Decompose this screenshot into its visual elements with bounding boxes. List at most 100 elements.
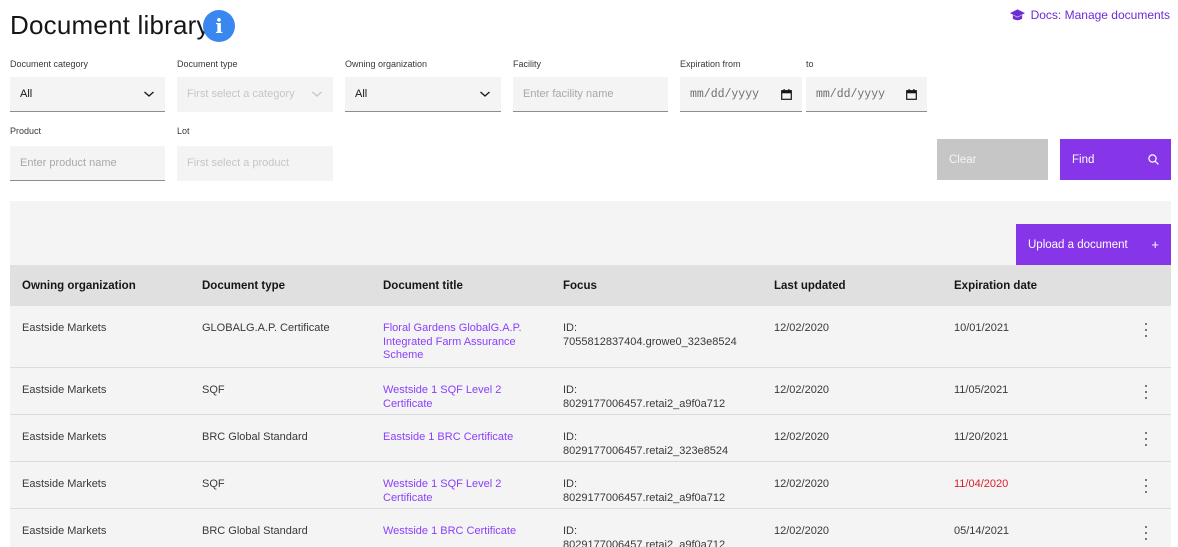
page-title: Document library — [10, 10, 210, 40]
clear-button-label: Clear — [949, 153, 977, 166]
document-title-link[interactable]: Floral Gardens GlobalG.A.P. Integrated F… — [383, 322, 522, 363]
expiration-to-placeholder: mm/dd/yyyy — [816, 87, 886, 101]
type-label: Document type — [177, 59, 238, 69]
document-table: Upload a document + Owning organization … — [10, 201, 1171, 547]
cell-last-updated: 12/02/2020 — [774, 384, 830, 396]
cell-document-type: SQF — [202, 384, 225, 396]
docs-manage-documents-link[interactable]: Docs: Manage documents — [1009, 8, 1170, 22]
cell-expiration-date-expired: 11/04/2020 — [954, 478, 1009, 490]
cell-focus: ID: 7055812837404.growe0_323e8524 — [563, 322, 737, 349]
table-row[interactable]: Eastside Markets BRC Global Standard Eas… — [10, 415, 1171, 462]
chevron-down-icon — [312, 91, 322, 97]
cell-owning-organization: Eastside Markets — [22, 525, 107, 537]
graduation-cap-icon — [1009, 8, 1025, 20]
cell-last-updated: 12/02/2020 — [774, 525, 830, 537]
cell-document-type: GLOBALG.A.P. Certificate — [202, 322, 330, 334]
facility-placeholder: Enter facility name — [523, 88, 614, 100]
table-row[interactable]: Eastside Markets SQF Westside 1 SQF Leve… — [10, 462, 1171, 509]
find-button-label: Find — [1072, 153, 1095, 166]
title-line: Westside 1 SQF Level 2 — [383, 478, 502, 490]
title-line: Westside 1 SQF Level 2 — [383, 384, 502, 396]
chevron-down-icon — [480, 91, 490, 97]
column-header-document-title[interactable]: Document title — [383, 265, 463, 306]
expiration-from-input[interactable]: mm/dd/yyyy — [680, 77, 802, 112]
document-title-link[interactable]: Westside 1 SQF Level 2 Certificate — [383, 478, 501, 505]
title-line: Certificate — [383, 491, 433, 504]
expiration-to-input[interactable]: mm/dd/yyyy — [806, 77, 927, 112]
cell-expiration-date: 11/05/2021 — [954, 384, 1009, 396]
find-button[interactable]: Find — [1060, 139, 1171, 180]
cell-last-updated: 12/02/2020 — [774, 478, 830, 490]
document-title-link[interactable]: Westside 1 SQF Level 2 Certificate — [383, 384, 501, 411]
plus-icon: + — [1151, 237, 1159, 252]
info-icon-glyph: i — [215, 14, 223, 38]
document-title-link[interactable]: Westside 1 BRC Certificate — [383, 525, 516, 539]
calendar-icon[interactable] — [906, 88, 917, 100]
lot-placeholder: First select a product — [187, 157, 290, 169]
lot-input: First select a product — [177, 146, 333, 181]
owning-org-select[interactable]: All — [345, 77, 501, 112]
cell-owning-organization: Eastside Markets — [22, 384, 107, 396]
column-header-owning-organization[interactable]: Owning organization — [22, 265, 136, 306]
overflow-menu-icon[interactable] — [1144, 385, 1148, 399]
title-line: Floral Gardens GlobalG.A.P. — [383, 322, 522, 334]
cell-document-type: SQF — [202, 478, 225, 490]
title-line: Eastside 1 BRC Certificate — [383, 431, 514, 443]
table-header: Owning organization Document type Docume… — [10, 265, 1171, 306]
column-header-document-type[interactable]: Document type — [202, 265, 285, 306]
category-label: Document category — [10, 59, 89, 69]
clear-button[interactable]: Clear — [937, 139, 1048, 180]
table-row[interactable]: Eastside Markets SQF Westside 1 SQF Leve… — [10, 368, 1171, 415]
column-header-focus[interactable]: Focus — [563, 265, 597, 306]
facility-label: Facility — [513, 59, 542, 69]
cell-expiration-date: 11/20/2021 — [954, 431, 1009, 443]
overflow-menu-icon[interactable] — [1144, 432, 1148, 446]
cell-last-updated: 12/02/2020 — [774, 431, 830, 443]
category-value: All — [20, 88, 33, 100]
type-placeholder: First select a category — [187, 88, 295, 100]
overflow-menu-icon[interactable] — [1144, 526, 1148, 540]
owning-org-value: All — [355, 88, 368, 100]
expiration-from-placeholder: mm/dd/yyyy — [690, 87, 760, 101]
title-line: Westside 1 BRC Certificate — [383, 525, 517, 537]
focus-line: ID: — [563, 525, 578, 537]
cell-last-updated: 12/02/2020 — [774, 322, 830, 334]
column-header-expiration-date[interactable]: Expiration date — [954, 265, 1037, 306]
focus-line: 8029177006457.retai2_a9f0a712 — [563, 491, 726, 504]
category-select[interactable]: All — [10, 77, 165, 112]
focus-line: 8029177006457.retai2_a9f0a712 — [563, 538, 726, 547]
chevron-down-icon — [144, 91, 154, 97]
lot-label: Lot — [177, 126, 190, 136]
title-line: Certificate — [383, 397, 433, 410]
cell-focus: ID: 8029177006457.retai2_323e8524 — [563, 431, 728, 458]
upload-document-button[interactable]: Upload a document + — [1016, 224, 1171, 265]
focus-line: ID: — [563, 478, 578, 490]
info-icon[interactable]: i — [203, 10, 235, 42]
expiration-to-label: to — [806, 59, 814, 69]
focus-line: 8029177006457.retai2_a9f0a712 — [563, 397, 726, 410]
facility-input[interactable]: Enter facility name — [513, 77, 668, 112]
expiration-from-label: Expiration from — [680, 59, 741, 69]
search-icon — [1148, 154, 1159, 165]
cell-owning-organization: Eastside Markets — [22, 431, 107, 443]
overflow-menu-icon[interactable] — [1144, 323, 1148, 337]
product-placeholder: Enter product name — [20, 157, 117, 169]
overflow-menu-icon[interactable] — [1144, 479, 1148, 493]
cell-owning-organization: Eastside Markets — [22, 478, 107, 490]
type-select: First select a category — [177, 77, 333, 112]
focus-line: ID: — [563, 322, 578, 334]
table-row[interactable]: Eastside Markets BRC Global Standard Wes… — [10, 509, 1171, 547]
cell-focus: ID: 8029177006457.retai2_a9f0a712 — [563, 478, 725, 505]
calendar-icon[interactable] — [781, 88, 792, 100]
title-line: Integrated Farm Assurance — [383, 335, 516, 348]
product-label: Product — [10, 126, 42, 136]
owning-org-label: Owning organization — [345, 59, 428, 69]
cell-expiration-date: 05/14/2021 — [954, 525, 1010, 537]
table-row[interactable]: Eastside Markets GLOBALG.A.P. Certificat… — [10, 306, 1171, 368]
cell-focus: ID: 8029177006457.retai2_a9f0a712 — [563, 384, 725, 411]
product-input[interactable]: Enter product name — [10, 146, 165, 181]
column-header-last-updated[interactable]: Last updated — [774, 265, 846, 306]
title-line: Scheme — [383, 349, 424, 361]
document-title-link[interactable]: Eastside 1 BRC Certificate — [383, 431, 513, 445]
cell-expiration-date: 10/01/2021 — [954, 322, 1010, 334]
